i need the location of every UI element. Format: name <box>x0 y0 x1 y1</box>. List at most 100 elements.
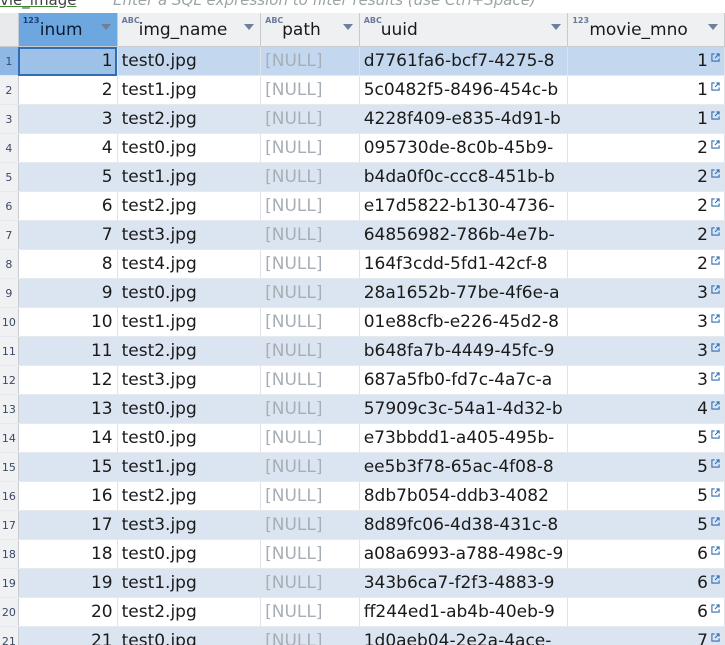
cell-movie-mno[interactable]: 5 <box>567 423 725 453</box>
cell-uuid[interactable]: 1d0aeb04-2e2a-4ace- <box>359 626 569 645</box>
cell-img-name[interactable]: test0.jpg <box>117 46 262 76</box>
column-header-movie-mno[interactable]: 123 movie_mno <box>567 13 725 47</box>
external-link-icon[interactable] <box>711 633 720 642</box>
filter-input[interactable]: Enter a SQL expression to filter results… <box>113 0 536 9</box>
table-row[interactable]: 17 17 test3.jpg [NULL] 8d89fc06-4d38-431c-8 5 <box>0 510 725 540</box>
external-link-icon[interactable] <box>711 459 720 468</box>
row-number[interactable]: 6 <box>0 191 19 221</box>
table-row[interactable]: 13 13 test0.jpg [NULL] 57909c3c-54a1-4d32-b 4 <box>0 394 725 424</box>
cell-inum[interactable]: 21 <box>18 626 118 645</box>
cell-movie-mno[interactable]: 5 <box>567 510 725 540</box>
table-name-tab[interactable]: vie_image <box>0 0 77 9</box>
table-row[interactable]: 8 8 test4.jpg [NULL] 164f3cdd-5fd1-42cf-8 2 <box>0 249 725 279</box>
row-number[interactable]: 18 <box>0 539 19 569</box>
cell-path[interactable]: [NULL] <box>260 46 360 76</box>
external-link-icon[interactable] <box>711 82 720 91</box>
cell-inum[interactable]: 12 <box>18 365 118 395</box>
external-link-icon[interactable] <box>711 604 720 613</box>
external-link-icon[interactable] <box>711 488 720 497</box>
cell-inum[interactable]: 7 <box>18 220 118 250</box>
cell-path[interactable]: [NULL] <box>260 539 360 569</box>
cell-path[interactable]: [NULL] <box>260 307 360 337</box>
cell-img-name[interactable]: test2.jpg <box>117 481 262 511</box>
cell-img-name[interactable]: test3.jpg <box>117 365 262 395</box>
row-number[interactable]: 9 <box>0 278 19 308</box>
cell-inum[interactable]: 16 <box>18 481 118 511</box>
table-row[interactable]: 18 18 test0.jpg [NULL] a08a6993-a788-498c-9 6 <box>0 539 725 569</box>
chevron-down-icon[interactable] <box>342 24 353 30</box>
cell-img-name[interactable]: test1.jpg <box>117 568 262 598</box>
external-link-icon[interactable] <box>711 314 720 323</box>
external-link-icon[interactable] <box>711 198 720 207</box>
cell-img-name[interactable]: test1.jpg <box>117 162 262 192</box>
cell-uuid[interactable]: 164f3cdd-5fd1-42cf-8 <box>359 249 569 279</box>
cell-uuid[interactable]: 28a1652b-77be-4f6e-a <box>359 278 569 308</box>
cell-path[interactable]: [NULL] <box>260 481 360 511</box>
table-row[interactable]: 14 14 test0.jpg [NULL] e73bbdd1-a405-495b- 5 <box>0 423 725 453</box>
cell-uuid[interactable]: ff244ed1-ab4b-40eb-9 <box>359 597 569 627</box>
cell-movie-mno[interactable]: 1 <box>567 46 725 76</box>
table-row[interactable]: 21 21 test0.jpg [NULL] 1d0aeb04-2e2a-4ace- 7 <box>0 626 725 645</box>
external-link-icon[interactable] <box>711 372 720 381</box>
cell-uuid[interactable]: b4da0f0c-ccc8-451b-b <box>359 162 569 192</box>
cell-movie-mno[interactable]: 5 <box>567 481 725 511</box>
cell-path[interactable]: [NULL] <box>260 191 360 221</box>
external-link-icon[interactable] <box>711 575 720 584</box>
cell-inum[interactable]: 9 <box>18 278 118 308</box>
cell-uuid[interactable]: 343b6ca7-f2f3-4883-9 <box>359 568 569 598</box>
cell-img-name[interactable]: test2.jpg <box>117 104 262 134</box>
cell-inum[interactable]: 4 <box>18 133 118 163</box>
cell-movie-mno[interactable]: 5 <box>567 452 725 482</box>
table-row[interactable]: 20 20 test2.jpg [NULL] ff244ed1-ab4b-40eb-9 6 <box>0 597 725 627</box>
cell-inum[interactable]: 13 <box>18 394 118 424</box>
cell-inum[interactable]: 14 <box>18 423 118 453</box>
row-number[interactable]: 21 <box>0 626 19 645</box>
table-row[interactable]: 9 9 test0.jpg [NULL] 28a1652b-77be-4f6e-a 3 <box>0 278 725 308</box>
row-number[interactable]: 2 <box>0 75 19 105</box>
cell-path[interactable]: [NULL] <box>260 75 360 105</box>
cell-movie-mno[interactable]: 3 <box>567 336 725 366</box>
cell-path[interactable]: [NULL] <box>260 452 360 482</box>
row-number[interactable]: 10 <box>0 307 19 337</box>
cell-uuid[interactable]: 5c0482f5-8496-454c-b <box>359 75 569 105</box>
cell-uuid[interactable]: 64856982-786b-4e7b- <box>359 220 569 250</box>
cell-movie-mno[interactable]: 6 <box>567 539 725 569</box>
cell-inum[interactable]: 11 <box>18 336 118 366</box>
cell-inum[interactable]: 10 <box>18 307 118 337</box>
external-link-icon[interactable] <box>711 111 720 120</box>
cell-inum[interactable]: 20 <box>18 597 118 627</box>
table-row[interactable]: 7 7 test3.jpg [NULL] 64856982-786b-4e7b- 2 <box>0 220 725 250</box>
cell-img-name[interactable]: test0.jpg <box>117 423 262 453</box>
cell-movie-mno[interactable]: 2 <box>567 249 725 279</box>
table-row[interactable]: 12 12 test3.jpg [NULL] 687a5fb0-fd7c-4a7c-a 3 <box>0 365 725 395</box>
row-number-header[interactable] <box>0 13 19 47</box>
cell-uuid[interactable]: 687a5fb0-fd7c-4a7c-a <box>359 365 569 395</box>
cell-img-name[interactable]: test3.jpg <box>117 220 262 250</box>
row-number[interactable]: 7 <box>0 220 19 250</box>
cell-movie-mno[interactable]: 2 <box>567 191 725 221</box>
cell-path[interactable]: [NULL] <box>260 626 360 645</box>
external-link-icon[interactable] <box>711 401 720 410</box>
cell-uuid[interactable]: a08a6993-a788-498c-9 <box>359 539 569 569</box>
row-number[interactable]: 1 <box>0 46 19 76</box>
row-number[interactable]: 13 <box>0 394 19 424</box>
cell-img-name[interactable]: test1.jpg <box>117 75 262 105</box>
row-number[interactable]: 3 <box>0 104 19 134</box>
cell-path[interactable]: [NULL] <box>260 278 360 308</box>
row-number[interactable]: 20 <box>0 597 19 627</box>
chevron-down-icon[interactable] <box>551 24 562 30</box>
cell-img-name[interactable]: test0.jpg <box>117 539 262 569</box>
cell-uuid[interactable]: 01e88cfb-e226-45d2-8 <box>359 307 569 337</box>
cell-path[interactable]: [NULL] <box>260 104 360 134</box>
cell-movie-mno[interactable]: 6 <box>567 597 725 627</box>
cell-img-name[interactable]: test2.jpg <box>117 597 262 627</box>
cell-img-name[interactable]: test0.jpg <box>117 278 262 308</box>
cell-movie-mno[interactable]: 4 <box>567 394 725 424</box>
cell-inum[interactable]: 19 <box>18 568 118 598</box>
external-link-icon[interactable] <box>711 285 720 294</box>
table-row[interactable]: 2 2 test1.jpg [NULL] 5c0482f5-8496-454c-b 1 <box>0 75 725 105</box>
cell-path[interactable]: [NULL] <box>260 249 360 279</box>
cell-path[interactable]: [NULL] <box>260 133 360 163</box>
cell-uuid[interactable]: 57909c3c-54a1-4d32-b <box>359 394 569 424</box>
table-row[interactable]: 10 10 test1.jpg [NULL] 01e88cfb-e226-45d2-8 3 <box>0 307 725 337</box>
